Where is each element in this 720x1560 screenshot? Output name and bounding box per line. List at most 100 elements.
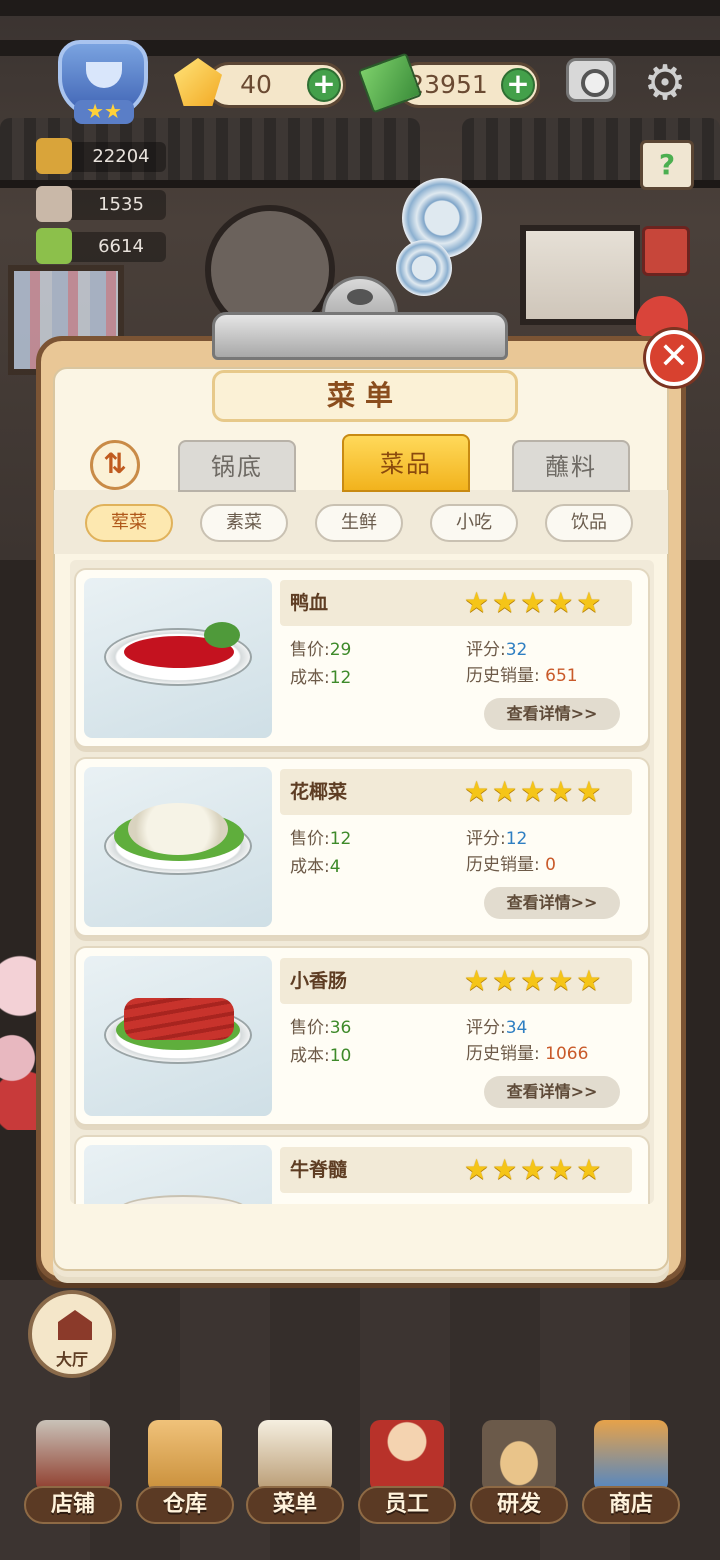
rating-value: 12 [505,829,528,849]
dish-image [84,956,272,1116]
sales-label: 历史销量: [466,1044,540,1064]
price-label: 售价: [290,640,330,660]
nav-menu-label: 菜单 [246,1486,344,1524]
blossom-decor [0,950,40,1130]
star-rating: ★★★★★ [464,775,605,808]
nav-staff-label: 员工 [358,1486,456,1524]
chef-icon [370,1420,444,1492]
tab-dishes[interactable]: 菜品 [342,434,470,492]
dish-card[interactable]: 花椰菜 ★★★★★ 售价:12 成本:4 评分:12 历史销量: 0 查看详情>… [74,757,650,937]
price-row: 售价:29 [290,638,351,662]
nav-research-label: 研发 [470,1486,568,1524]
cost-label: 成本: [290,857,330,877]
boxes-icon [148,1420,222,1492]
cloche-icon [36,186,72,222]
dish-card[interactable]: 小香肠 ★★★★★ 售价:36 成本:10 评分:34 历史销量: 1066 查… [74,946,650,1126]
price-row: 售价:36 [290,1016,351,1040]
nav-warehouse[interactable]: 仓库 [130,1410,240,1530]
dish-image [84,767,272,927]
hotpot-icon [36,138,72,174]
nav-research[interactable]: 研发 [464,1410,574,1530]
hall-button[interactable]: 大厅 [28,1290,116,1378]
rating-label: 评分: [466,640,506,660]
price-label: 售价: [290,1018,330,1038]
cost-row: 成本:12 [290,666,351,690]
stat-ticket: 6614 [36,228,166,264]
player-level-badge[interactable]: ★★ [44,40,162,130]
gem-counter: 40 + [206,62,346,108]
clipboard-icon [258,1420,332,1492]
filter-snack[interactable]: 小吃 [430,504,518,542]
stat-pot-value: 22204 [92,146,150,167]
nav-menu[interactable]: 菜单 [240,1410,350,1530]
bottom-nav: 店铺 仓库 菜单 员工 研发 商店 [0,1410,720,1560]
sales-value: 1066 [545,1044,589,1064]
price-value: 12 [329,829,352,849]
level-stars: ★★ [74,100,134,124]
gem-amount: 40 [240,70,272,99]
cauliflower-food [128,803,228,855]
cost-value: 4 [329,857,341,877]
view-details-button[interactable]: 查看详情>> [484,887,620,919]
rating-row: 评分:34 [466,1016,527,1040]
filter-drink[interactable]: 饮品 [545,504,633,542]
stat-pot: 22204 [36,138,166,174]
clipboard-clip [212,276,508,360]
price-value: 36 [329,1018,352,1038]
sales-row: 历史销量: 651 [466,664,578,688]
price-row: 售价:12 [290,827,351,851]
rating-value: 34 [505,1018,528,1038]
dish-name: 小香肠 [290,970,348,992]
star-rating: ★★★★★ [464,964,605,997]
nav-staff[interactable]: 员工 [352,1410,462,1530]
view-details-button[interactable]: 查看详情>> [484,1076,620,1108]
nav-store-label: 店铺 [24,1486,122,1524]
clip-body [212,312,508,360]
rating-row: 评分:12 [466,827,527,851]
dish-name: 花椰菜 [290,781,348,803]
gear-icon[interactable]: ⚙ [640,58,690,108]
sales-label: 历史销量: [466,855,540,875]
cost-row: 成本:4 [290,855,341,879]
sales-value: 651 [545,666,578,686]
ink-painting [520,225,640,325]
dish-name: 牛脊髓 [290,1159,348,1181]
dish-image [84,1145,272,1204]
camera-icon[interactable] [566,58,616,102]
recipe-book-icon[interactable] [642,226,690,276]
beef-marrow-food [118,1195,248,1204]
cooking-pot-icon [482,1420,556,1492]
dish-card[interactable]: 鸭血 ★★★★★ 售价:29 成本:12 评分:32 历史销量: 651 查看详… [74,568,650,748]
ticket-icon [36,228,72,264]
dish-card[interactable]: 牛脊髓 ★★★★★ [74,1135,650,1204]
price-value: 29 [329,640,352,660]
storefront-icon [36,1420,110,1492]
nav-shop[interactable]: 商店 [576,1410,686,1530]
add-cash-button[interactable]: + [501,68,535,102]
nav-store[interactable]: 店铺 [18,1410,128,1530]
close-button[interactable]: ✕ [646,330,702,386]
star-rating: ★★★★★ [464,1153,605,1186]
star-rating: ★★★★★ [464,586,605,619]
dish-name: 鸭血 [290,592,329,614]
dish-list[interactable]: 鸭血 ★★★★★ 售价:29 成本:12 评分:32 历史销量: 651 查看详… [70,560,654,1204]
nav-warehouse-label: 仓库 [136,1486,234,1524]
herb-garnish [204,622,240,648]
cost-label: 成本: [290,1046,330,1066]
sort-button[interactable]: ⇅ [90,440,140,490]
stat-ticket-value: 6614 [98,236,144,257]
shop-stall-icon [594,1420,668,1492]
add-gems-button[interactable]: + [307,68,341,102]
rating-label: 评分: [466,1018,506,1038]
help-book-icon[interactable]: ? [640,140,694,190]
filter-meat[interactable]: 荤菜 [85,504,173,542]
cost-value: 12 [329,668,352,688]
sales-row: 历史销量: 0 [466,853,556,877]
filter-fresh[interactable]: 生鲜 [315,504,403,542]
view-details-button[interactable]: 查看详情>> [484,698,620,730]
rating-label: 评分: [466,829,506,849]
tab-soup-base[interactable]: 锅底 [178,440,296,492]
sausage-food [124,998,234,1040]
filter-vegetable[interactable]: 素菜 [200,504,288,542]
tab-dipping-sauce[interactable]: 蘸料 [512,440,630,492]
